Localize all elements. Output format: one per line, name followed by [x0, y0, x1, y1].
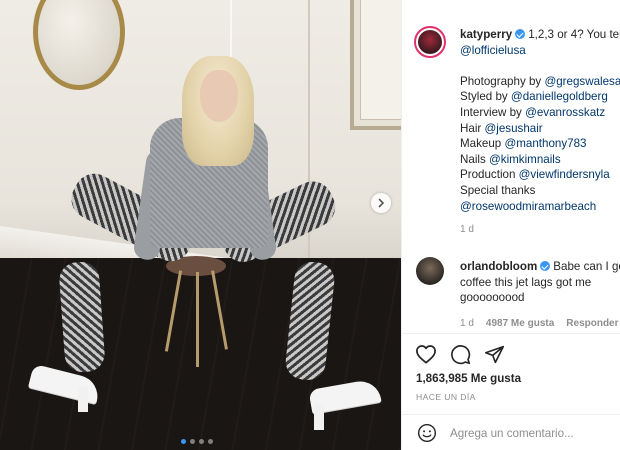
comment-text: Babe can I ge [553, 260, 620, 273]
share-icon [484, 345, 504, 363]
commenter-avatar[interactable] [416, 257, 444, 285]
stool-leg [196, 272, 199, 367]
post-side-panel: katyperry 1,2,3 or 4? You tel @lofficielu… [401, 0, 620, 450]
carousel-dot [208, 439, 213, 444]
credit-label: Production [460, 168, 519, 182]
carousel-dot [190, 439, 195, 444]
chevron-right-icon [378, 198, 385, 208]
caption-intro: 1,2,3 or 4? You tel [528, 28, 620, 41]
comment-item: orlandobloom Babe can I ge coffee this je… [460, 259, 620, 331]
add-comment-bar [402, 414, 620, 450]
verified-badge-icon [515, 29, 526, 39]
emoji-icon [417, 423, 437, 443]
caption-mention[interactable]: @lofficielusa [460, 43, 620, 59]
comment-text: gooooooood [460, 291, 525, 305]
carousel-dot [199, 439, 204, 444]
author-username[interactable]: katyperry [460, 28, 512, 41]
credit-label: Nails [460, 152, 489, 166]
emoji-button[interactable] [416, 422, 438, 444]
verified-badge-icon [540, 261, 551, 271]
figure-leg [58, 260, 106, 374]
action-icons [415, 343, 505, 365]
comment-icon [450, 344, 470, 364]
credit-mention[interactable]: @kimkimnails [489, 153, 561, 166]
credit-mention[interactable]: @daniellegoldberg [511, 90, 608, 103]
like-button[interactable] [415, 343, 437, 365]
likes-count[interactable]: 1,863,985 Me gusta [416, 372, 521, 385]
credit-label: Makeup [460, 137, 505, 151]
caption: katyperry 1,2,3 or 4? You tel @lofficielu… [460, 27, 620, 238]
share-button[interactable] [483, 343, 505, 365]
credit-mention[interactable]: @rosewoodmiramarbeach [460, 200, 596, 213]
comments-area: katyperry 1,2,3 or 4? You tel @lofficielu… [402, 0, 620, 330]
shoe-heel [314, 404, 324, 430]
credit-mention[interactable]: @manthony783 [504, 137, 586, 150]
figure-face [200, 70, 238, 122]
post-time[interactable]: HACE UN DÍA [416, 392, 476, 402]
comment-meta: 1 d 4987 Me gusta Responder [460, 316, 620, 332]
actions-bar: 1,863,985 Me gusta HACE UN DÍA [402, 333, 620, 450]
caption-time[interactable]: 1 d [460, 222, 620, 238]
carousel-dot [181, 439, 186, 444]
commenter-username[interactable]: orlandobloom [460, 260, 537, 273]
round-mirror [33, 0, 125, 90]
reply-button[interactable]: Responder [566, 316, 618, 332]
comment-text: coffee this jet lags got me [460, 275, 592, 289]
credit-label: Interview by [460, 105, 526, 119]
heart-icon [416, 345, 436, 364]
credit-mention[interactable]: @evanrosskatz [525, 106, 605, 119]
author-avatar[interactable] [414, 26, 446, 58]
comment-likes[interactable]: 4987 Me gusta [486, 316, 554, 332]
next-image-button[interactable] [371, 193, 391, 213]
post-image[interactable] [0, 0, 401, 450]
credit-mention[interactable]: @gregswalesa [544, 75, 620, 88]
comment-time[interactable]: 1 d [460, 316, 474, 332]
credit-label: Special thanks [460, 183, 536, 197]
credit-label: Photography by [460, 74, 545, 88]
comment-button[interactable] [449, 343, 471, 365]
wall-frame [350, 0, 401, 130]
credit-mention[interactable]: @jesushair [484, 122, 542, 135]
credit-mention[interactable]: @viewfindersnyla [519, 168, 610, 181]
comment-input[interactable] [450, 426, 600, 440]
shoe-heel [78, 386, 88, 412]
carousel-indicator [181, 439, 213, 444]
credit-label: Styled by [460, 90, 511, 104]
credit-label: Hair [460, 121, 485, 135]
